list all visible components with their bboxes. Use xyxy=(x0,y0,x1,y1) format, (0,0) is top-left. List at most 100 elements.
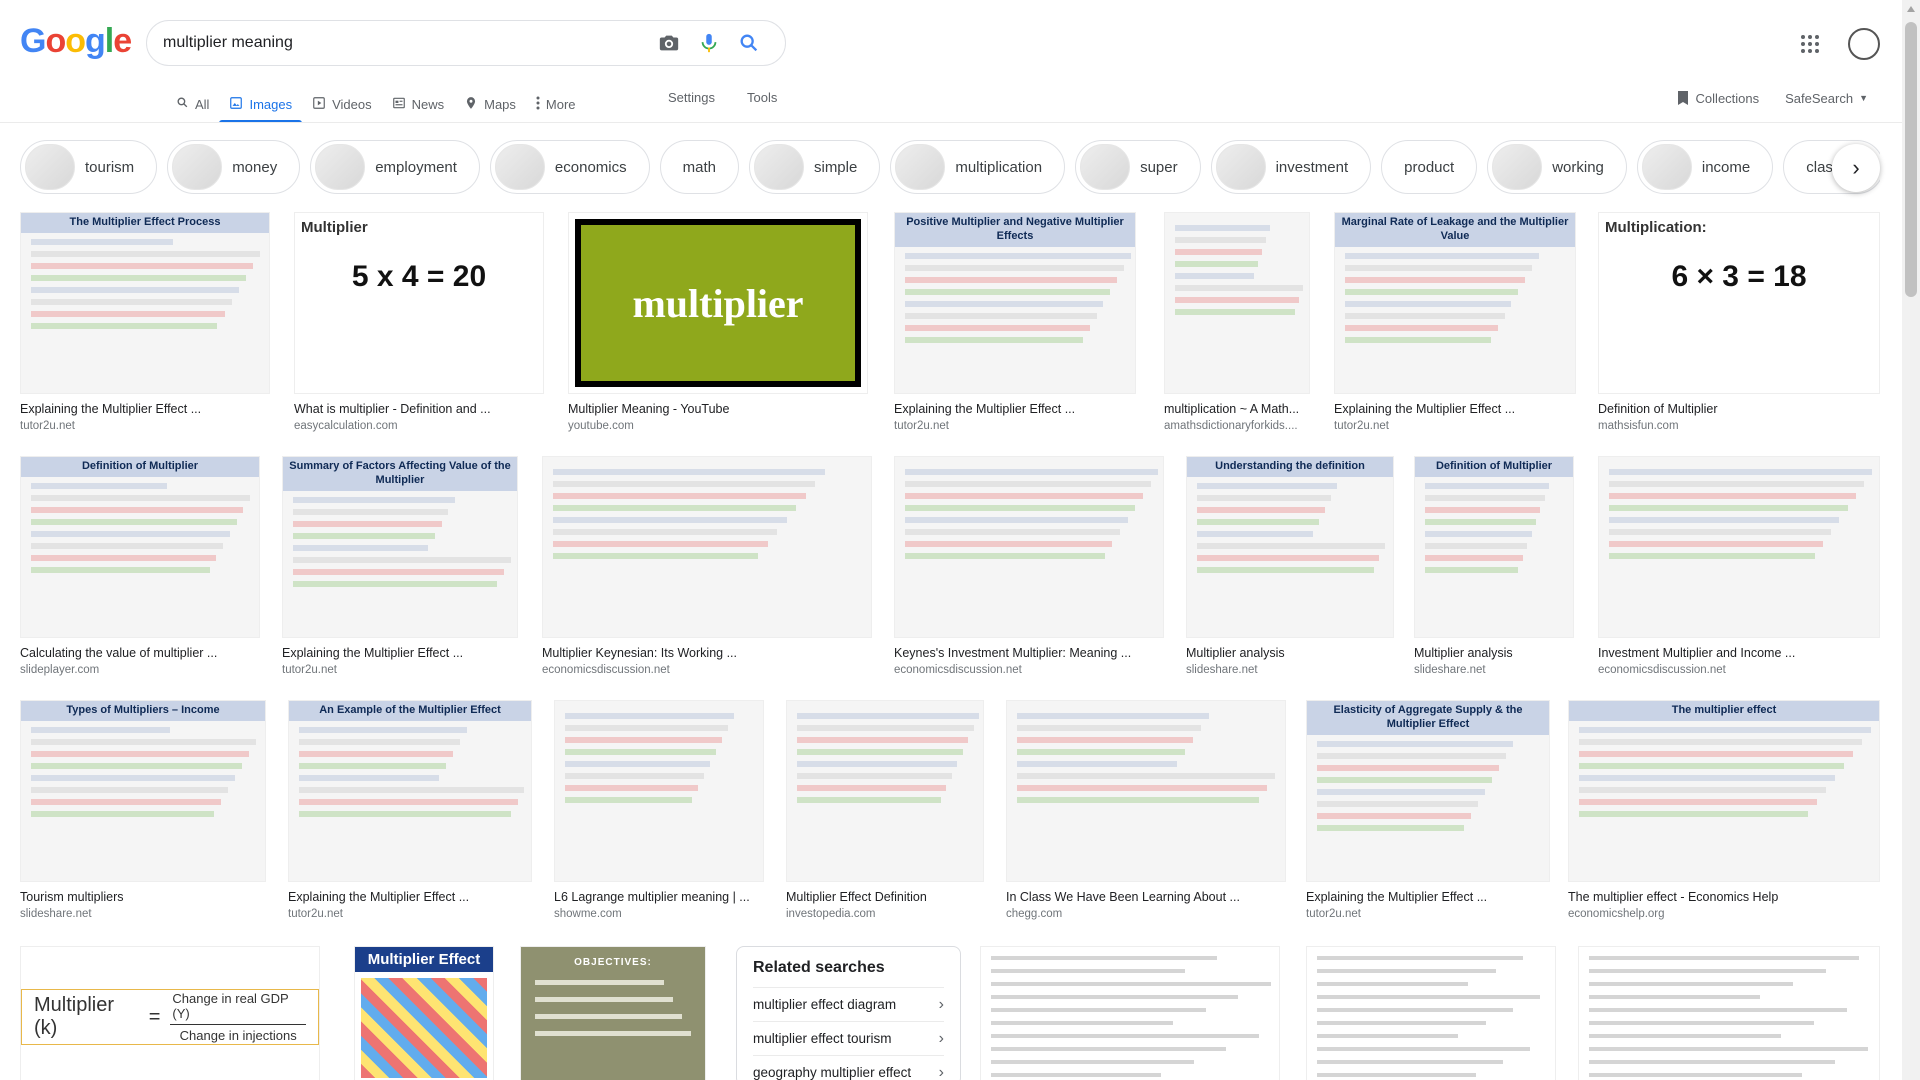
tab-news[interactable]: News xyxy=(382,86,455,122)
image-source[interactable]: investopedia.com xyxy=(786,908,984,920)
image-caption[interactable]: Explaining the Multiplier Effect ... xyxy=(894,402,1136,416)
image-result[interactable]: The Multiplier Effect Process Explaining … xyxy=(20,212,270,432)
image-result[interactable]: Summary of Factors Affecting Value of th… xyxy=(282,456,518,676)
image-caption[interactable]: Explaining the Multiplier Effect ... xyxy=(1306,890,1550,904)
image-result[interactable]: Types of Multipliers – Income Tourism mul… xyxy=(20,700,266,920)
chip-super[interactable]: super xyxy=(1075,140,1201,194)
chip-money[interactable]: money xyxy=(167,140,301,194)
image-result[interactable]: In Class We Have Been Learning About ...… xyxy=(1006,700,1286,920)
image-thumbnail[interactable] xyxy=(980,946,1280,1080)
image-thumbnail[interactable] xyxy=(1006,700,1286,882)
image-source[interactable]: tutor2u.net xyxy=(1334,420,1576,432)
image-thumbnail[interactable] xyxy=(542,456,872,638)
image-result[interactable]: L6 Lagrange multiplier meaning | ... show… xyxy=(554,700,764,920)
image-source[interactable]: economicshelp.org xyxy=(1568,908,1880,920)
apps-grid-icon[interactable] xyxy=(1790,24,1830,64)
image-result[interactable]: Investment Multiplier and Income ... econ… xyxy=(1598,456,1880,676)
image-source[interactable]: tutor2u.net xyxy=(20,420,270,432)
chip-economics[interactable]: economics xyxy=(489,140,650,194)
image-result[interactable]: An Example of the Multiplier Effect Expla… xyxy=(288,700,532,920)
image-thumbnail[interactable]: The Multiplier Effect Process xyxy=(20,212,270,394)
image-source[interactable]: chegg.com xyxy=(1006,908,1286,920)
image-thumbnail[interactable] xyxy=(1306,946,1556,1080)
image-result[interactable]: Definition of Multiplier Multiplier analy… xyxy=(1414,456,1574,676)
tools-link[interactable]: Tools xyxy=(747,90,777,105)
image-source[interactable]: economicsdiscussion.net xyxy=(1598,664,1880,676)
chip-multiplication[interactable]: multiplication xyxy=(890,140,1066,194)
image-thumbnail[interactable]: multiplier xyxy=(568,212,868,394)
image-result[interactable]: Multiplier Effect Definition investopedia… xyxy=(786,700,984,920)
image-source[interactable]: tutor2u.net xyxy=(282,664,518,676)
chip-tourism[interactable]: tourism xyxy=(20,140,158,194)
search-input[interactable]: multiplier meaning xyxy=(163,34,649,52)
chip-income[interactable]: income xyxy=(1636,140,1774,194)
search-box[interactable]: multiplier meaning xyxy=(146,20,786,66)
chip-math[interactable]: math xyxy=(659,140,739,194)
image-thumbnail[interactable] xyxy=(1578,946,1880,1080)
image-thumbnail[interactable]: An Example of the Multiplier Effect xyxy=(288,700,532,882)
image-caption[interactable]: In Class We Have Been Learning About ... xyxy=(1006,890,1286,904)
image-thumbnail[interactable]: Multiplication: 6 × 3 = 18 xyxy=(1598,212,1880,394)
collections-link[interactable]: Collections xyxy=(1676,90,1759,106)
image-source[interactable]: youtube.com xyxy=(568,420,868,432)
image-thumbnail[interactable]: Multiplier (k) = Change in real GDP (Y) Cha… xyxy=(20,946,320,1080)
chip-working[interactable]: working xyxy=(1487,140,1627,194)
chip-product[interactable]: product xyxy=(1381,140,1478,194)
image-caption[interactable]: Tourism multipliers xyxy=(20,890,266,904)
image-result[interactable]: Multiplier Keynesian: Its Working ... eco… xyxy=(542,456,872,676)
image-result[interactable]: multiplier Multiplier Meaning - YouTube yo… xyxy=(568,212,868,432)
image-thumbnail[interactable]: Multiplier Effect xyxy=(354,946,494,1080)
image-source[interactable]: tutor2u.net xyxy=(894,420,1136,432)
google-logo[interactable]: Google xyxy=(20,22,132,61)
image-result[interactable]: Elasticity of Aggregate Supply & the Mul… xyxy=(1306,700,1550,920)
image-source[interactable]: economicsdiscussion.net xyxy=(894,664,1164,676)
chip-simple[interactable]: simple xyxy=(748,140,881,194)
chevron-right-icon[interactable]: › xyxy=(1832,144,1880,192)
image-thumbnail[interactable] xyxy=(1598,456,1880,638)
image-thumbnail[interactable]: Understanding the definition xyxy=(1186,456,1394,638)
image-caption[interactable]: The multiplier effect - Economics Help xyxy=(1568,890,1880,904)
image-caption[interactable]: L6 Lagrange multiplier meaning | ... xyxy=(554,890,764,904)
settings-link[interactable]: Settings xyxy=(668,90,715,105)
image-source[interactable]: slideplayer.com xyxy=(20,664,260,676)
image-source[interactable]: amathsdictionaryforkids.... xyxy=(1164,420,1310,432)
safesearch-link[interactable]: SafeSearch ▼ xyxy=(1785,91,1868,106)
image-result[interactable]: Positive Multiplier and Negative Multipl… xyxy=(894,212,1136,432)
image-thumbnail[interactable]: Summary of Factors Affecting Value of th… xyxy=(282,456,518,638)
image-caption[interactable]: Definition of Multiplier xyxy=(1598,402,1880,416)
related-search-item[interactable]: geography multiplier effect › xyxy=(753,1055,944,1080)
image-caption[interactable]: Keynes's Investment Multiplier: Meaning … xyxy=(894,646,1164,660)
image-source[interactable]: mathsisfun.com xyxy=(1598,420,1880,432)
image-thumbnail[interactable]: Marginal Rate of Leakage and the Multipl… xyxy=(1334,212,1576,394)
image-thumbnail[interactable] xyxy=(786,700,984,882)
image-caption[interactable]: Calculating the value of multiplier ... xyxy=(20,646,260,660)
image-result[interactable]: The multiplier effect The multiplier effe… xyxy=(1568,700,1880,920)
image-result[interactable]: Keynes's Investment Multiplier: Meaning … xyxy=(894,456,1164,676)
image-caption[interactable]: Investment Multiplier and Income ... xyxy=(1598,646,1880,660)
image-result[interactable]: multiplication ~ A Math... amathsdictiona… xyxy=(1164,212,1310,432)
image-result[interactable]: Marginal Rate of Leakage and the Multipl… xyxy=(1334,212,1576,432)
image-thumbnail[interactable] xyxy=(894,456,1164,638)
image-source[interactable]: slideshare.net xyxy=(1414,664,1574,676)
image-source[interactable]: economicsdiscussion.net xyxy=(542,664,872,676)
image-caption[interactable]: What is multiplier - Definition and ... xyxy=(294,402,544,416)
tab-all[interactable]: All xyxy=(166,86,219,122)
image-caption[interactable]: Explaining the Multiplier Effect ... xyxy=(1334,402,1576,416)
image-thumbnail[interactable]: The multiplier effect xyxy=(1568,700,1880,882)
image-result[interactable]: Multiplier 5 x 4 = 20 What is multiplier -… xyxy=(294,212,544,432)
image-caption[interactable]: Multiplier Effect Definition xyxy=(786,890,984,904)
image-result[interactable]: Understanding the definition Multiplier a… xyxy=(1186,456,1394,676)
image-caption[interactable]: Explaining the Multiplier Effect ... xyxy=(20,402,270,416)
chip-employment[interactable]: employment xyxy=(310,140,480,194)
chip-investment[interactable]: investment xyxy=(1210,140,1372,194)
image-caption[interactable]: Multiplier analysis xyxy=(1186,646,1394,660)
avatar[interactable] xyxy=(1848,28,1880,60)
image-source[interactable]: tutor2u.net xyxy=(288,908,532,920)
scrollbar-thumb[interactable] xyxy=(1905,22,1917,297)
search-icon[interactable] xyxy=(729,23,769,63)
image-caption[interactable]: Explaining the Multiplier Effect ... xyxy=(288,890,532,904)
image-thumbnail[interactable]: Positive Multiplier and Negative Multipl… xyxy=(894,212,1136,394)
scroll-up-icon[interactable] xyxy=(1907,6,1915,12)
related-search-item[interactable]: multiplier effect diagram › xyxy=(753,987,944,1021)
image-thumbnail[interactable]: OBJECTIVES: xyxy=(520,946,706,1080)
